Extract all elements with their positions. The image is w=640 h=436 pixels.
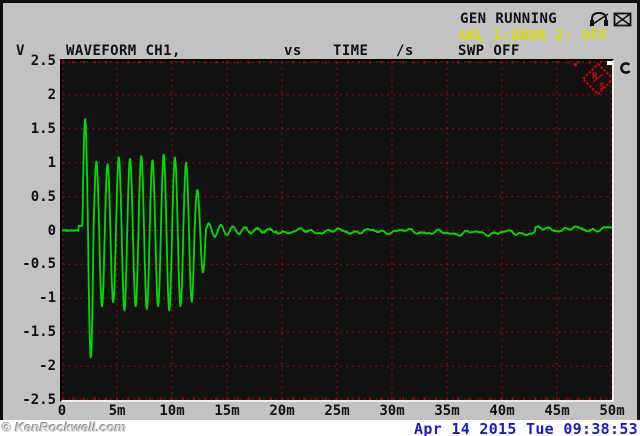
trace-title: WAVEFORM CH1,: [66, 43, 181, 59]
x-tick-label: 35m: [425, 404, 469, 419]
x-axis-unit: /s: [396, 43, 414, 59]
y-tick-label: -1: [9, 291, 56, 305]
x-tick-label: 25m: [315, 404, 359, 419]
x-tick-label: 50m: [590, 404, 634, 419]
page-bottom-strip: © KenRockwell.com Apr 14 2015 Tue 09:38:…: [0, 420, 640, 436]
waveform-svg: RS: [62, 61, 612, 400]
x-tick-label: 0: [40, 404, 84, 419]
sweep-status: SWP OFF: [458, 43, 520, 59]
y-tick-label: 1.5: [9, 122, 56, 136]
y-tick-label: -1.5: [9, 325, 56, 339]
watermark: © KenRockwell.com: [2, 420, 126, 435]
y-tick-label: 1: [9, 156, 56, 170]
x-tick-label: 20m: [260, 404, 304, 419]
y-tick-label: 0.5: [9, 190, 56, 204]
x-tick-label: 10m: [150, 404, 194, 419]
y-tick-label: 0: [9, 224, 56, 238]
rs-logo: RS: [574, 63, 612, 94]
waveform-plot: RS: [60, 59, 614, 402]
generator-status: GEN RUNNING: [460, 11, 557, 27]
x-axis-label: TIME: [333, 43, 368, 59]
y-tick-label: -0.5: [9, 257, 56, 271]
y-tick-label: 2.5: [9, 54, 56, 68]
y-tick-label: 2: [9, 88, 56, 102]
analyzer-screen: GEN RUNNING ANL 1:UNDR 2: OFF V WAVEFORM…: [0, 0, 640, 436]
x-tick-label: 30m: [370, 404, 414, 419]
x-tick-label: 15m: [205, 404, 249, 419]
x-tick-label: 45m: [535, 404, 579, 419]
datetime-stamp: Apr 14 2015 Tue 09:38:53: [414, 420, 638, 436]
svg-text:S: S: [599, 82, 604, 92]
speaker-muted-icon: [613, 12, 632, 31]
x-tick-label: 5m: [95, 404, 139, 419]
vs-label: vs: [284, 43, 302, 59]
knob-icon: [619, 60, 633, 79]
instrument-panel: GEN RUNNING ANL 1:UNDR 2: OFF V WAVEFORM…: [0, 0, 640, 420]
analyzer-status: ANL 1:UNDR 2: OFF: [458, 28, 608, 44]
y-tick-label: -2: [9, 359, 56, 373]
x-tick-label: 40m: [480, 404, 524, 419]
